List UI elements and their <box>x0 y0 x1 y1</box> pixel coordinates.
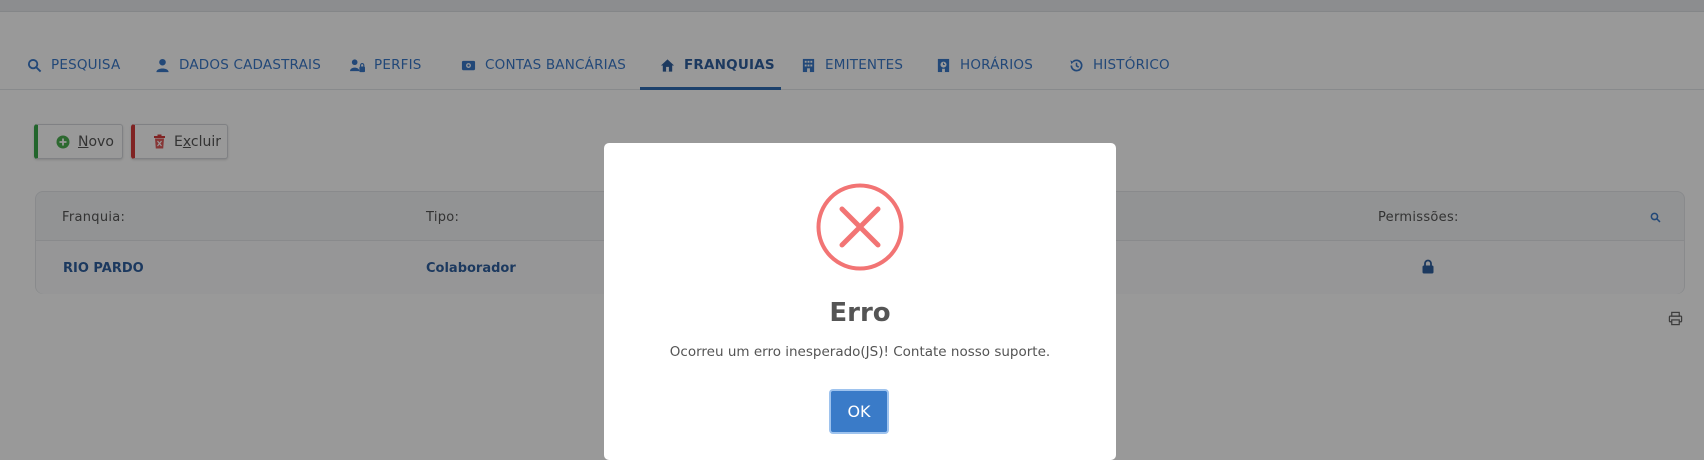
dialog-message: Ocorreu um erro inesperado(JS)! Contate … <box>669 344 1051 360</box>
error-icon <box>816 183 904 271</box>
ok-button[interactable]: OK <box>829 389 889 434</box>
dialog-title: Erro <box>829 298 891 328</box>
error-dialog: Erro Ocorreu um erro inesperado(JS)! Con… <box>604 143 1116 460</box>
